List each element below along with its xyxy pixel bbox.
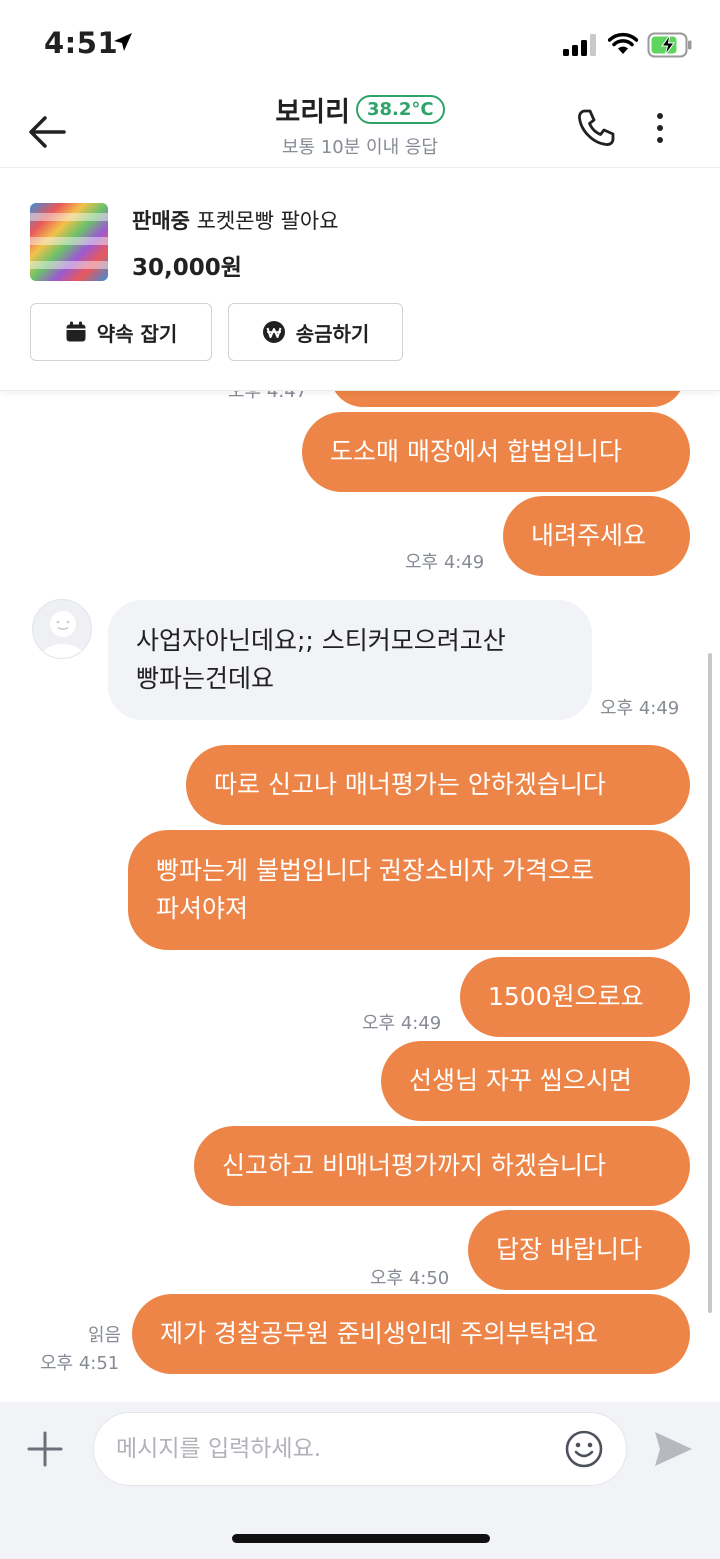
status-time: 4:51 [44, 26, 119, 60]
message-input[interactable] [116, 1413, 556, 1485]
message-time: 오후 4:47 [228, 391, 308, 402]
status-bar: 4:51 [0, 0, 720, 88]
partner-avatar[interactable] [32, 599, 92, 659]
product-title: 판매중 포켓몬빵 팔아요 [132, 205, 339, 235]
emoji-icon[interactable] [564, 1429, 604, 1469]
message-bubble-sent[interactable]: 제가 경찰공무원 준비생인데 주의부탁려요 [132, 1294, 690, 1374]
message-bubble-sent[interactable]: 답장 바랍니다 [468, 1210, 690, 1290]
product-price: 30,000원 [132, 255, 242, 281]
read-receipt: 읽음 [88, 1325, 122, 1346]
message-bubble-sent[interactable]: 도소매 매장에서 합법입니다 [302, 412, 690, 492]
message-text: 답장 바랍니다 [496, 1235, 642, 1264]
wifi-icon [608, 32, 638, 54]
home-indicator [232, 1534, 490, 1543]
message-time: 오후 4:50 [370, 1268, 450, 1289]
default-profile-icon [41, 611, 85, 658]
sale-status: 판매중 [132, 209, 190, 233]
battery-charging-icon [647, 32, 692, 58]
message-bubble-sent[interactable]: 따로 신고나 매너평가는 안하겠습니다 [186, 745, 690, 825]
location-arrow-icon [114, 33, 132, 51]
chat-message-list[interactable]: 오후 4:47 도소매 매장에서 합법입니다 오후 4:49 내려주세요 사업자… [0, 391, 720, 1402]
message-text: 도소매 매장에서 합법입니다 [330, 437, 622, 466]
message-input-wrapper [93, 1412, 627, 1486]
scrollbar[interactable] [708, 653, 712, 1313]
won-coin-icon [262, 321, 285, 343]
make-appointment-label: 약속 잡기 [96, 321, 178, 346]
cellular-signal-icon [563, 34, 596, 56]
message-bubble-sent[interactable]: 내려주세요 [503, 496, 690, 576]
phone-icon[interactable] [574, 106, 618, 150]
product-name: 포켓몬빵 팔아요 [196, 209, 339, 233]
chat-header: 보리리 38.2°C 보통 10분 이내 응답 [0, 88, 720, 168]
product-panel[interactable]: 판매중 포켓몬빵 팔아요 30,000원 약속 잡기 송금하기 [0, 169, 720, 391]
product-thumbnail[interactable] [30, 203, 108, 281]
manner-temperature-badge: 38.2°C [355, 95, 445, 124]
message-time: 오후 4:49 [362, 1013, 442, 1034]
message-bubble-sent[interactable]: 선생님 자꾸 씹으시면 [381, 1041, 690, 1121]
message-bubble-sent[interactable]: 신고하고 비매너평가까지 하겠습니다 [194, 1126, 690, 1206]
message-text: 제가 경찰공무원 준비생인데 주의부탁려요 [160, 1319, 598, 1348]
message-input-bar [0, 1402, 720, 1559]
plus-icon[interactable] [26, 1430, 64, 1468]
message-text: 1500원으로요 [488, 982, 644, 1011]
message-bubble-sent[interactable]: 1500원으로요 [460, 957, 690, 1037]
send-icon[interactable] [652, 1428, 694, 1470]
message-text: 신고하고 비매너평가까지 하겠습니다 [222, 1151, 606, 1180]
make-appointment-button[interactable]: 약속 잡기 [30, 303, 212, 361]
send-money-label: 송금하기 [295, 321, 370, 346]
message-text: 따로 신고나 매너평가는 안하겠습니다 [214, 770, 606, 799]
message-bubble-received[interactable]: 사업자아닌데요;; 스티커모으려고산 빵파는건데요 [108, 600, 592, 720]
message-time: 오후 4:49 [405, 552, 485, 573]
message-bubble-sent[interactable]: 빵파는게 불법입니다 권장소비자 가격으로 파셔야져 [128, 830, 690, 950]
message-text: 내려주세요 [531, 521, 647, 550]
more-options-icon[interactable] [648, 108, 672, 148]
partner-nickname[interactable]: 보리리 [275, 90, 350, 129]
message-time: 오후 4:51 [40, 1353, 120, 1374]
message-time: 오후 4:49 [600, 698, 680, 719]
send-money-button[interactable]: 송금하기 [228, 303, 403, 361]
message-bubble-sent[interactable] [330, 391, 685, 407]
calendar-icon [66, 321, 86, 342]
message-text: 선생님 자꾸 씹으시면 [409, 1066, 632, 1095]
